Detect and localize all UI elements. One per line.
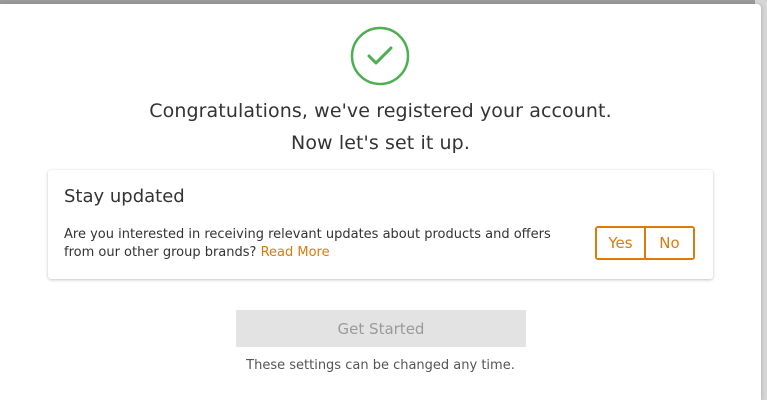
get-started-button[interactable]: Get Started [236, 310, 526, 347]
read-more-link[interactable]: Read More [261, 245, 330, 260]
no-button[interactable]: No [646, 228, 693, 258]
check-circle-icon [350, 26, 410, 86]
registration-success-modal: Congratulations, we've registered your a… [0, 4, 761, 400]
stay-updated-card: Stay updated Are you interested in recei… [48, 170, 713, 279]
yes-button[interactable]: Yes [597, 228, 646, 258]
setup-message: Now let's set it up. [291, 132, 470, 154]
settings-note: These settings can be changed any time. [246, 358, 515, 373]
updates-choice-group: Yes No [595, 226, 695, 260]
card-description: Are you interested in receiving relevant… [64, 226, 574, 262]
success-message: Congratulations, we've registered your a… [149, 100, 612, 122]
card-title: Stay updated [64, 186, 185, 207]
